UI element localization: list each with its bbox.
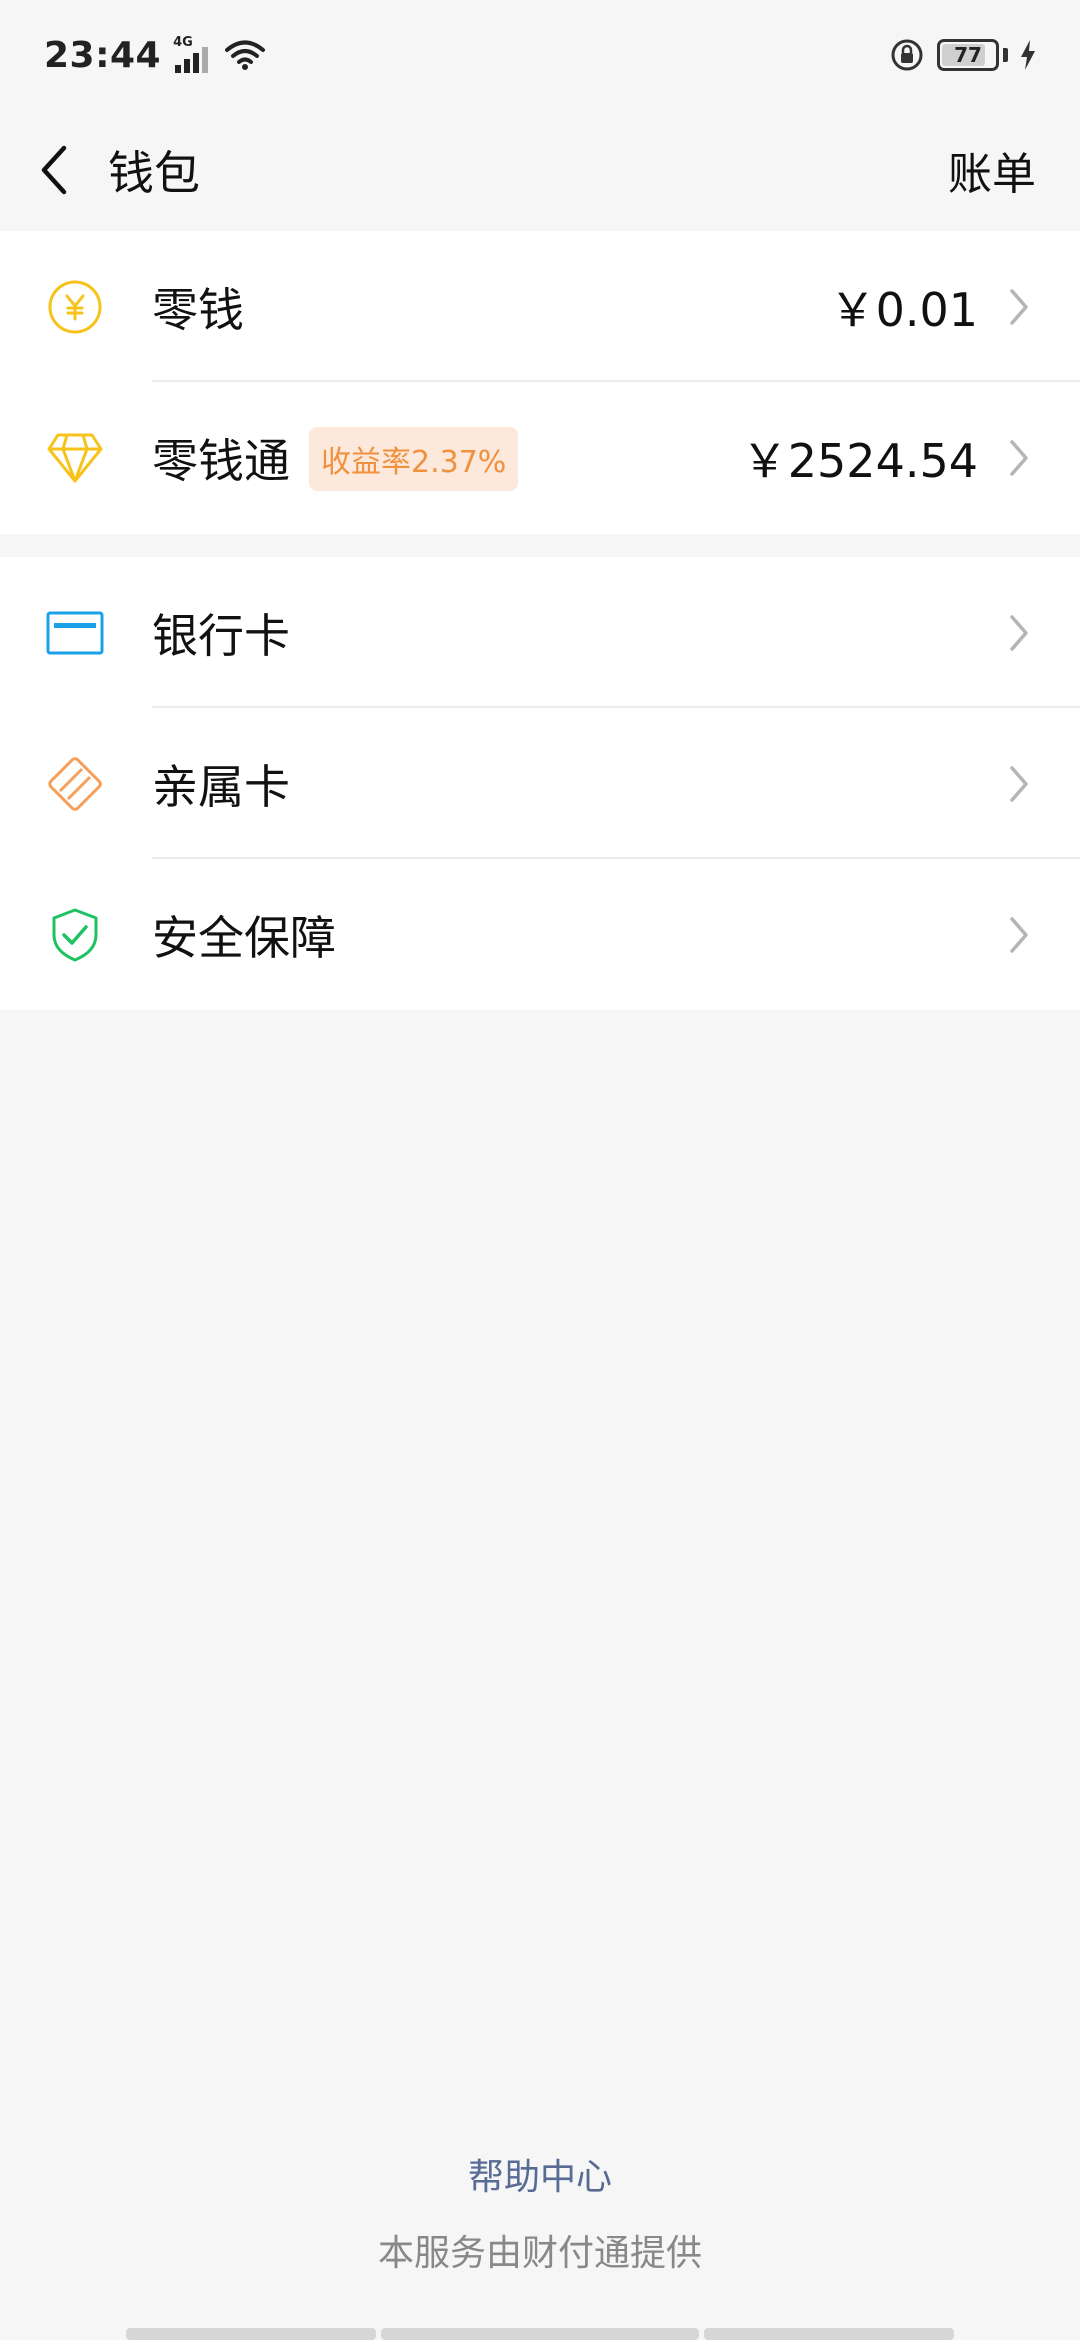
chevron-right-icon (1010, 766, 1028, 802)
item-value: ￥0.01 (829, 282, 978, 337)
list-item-bank-card[interactable]: 银行卡 (0, 557, 1080, 708)
nav-bar-segment-middle (381, 2328, 699, 2340)
balance-group: 零钱 ￥0.01 零钱通 收益率2.37% ￥2524.54 (0, 231, 1080, 534)
help-center-link[interactable]: 帮助中心 (0, 2148, 1080, 2200)
rotation-lock-icon (891, 39, 923, 71)
cards-group: 银行卡 亲属卡 安全保障 (0, 557, 1080, 1010)
back-button[interactable] (4, 110, 104, 230)
family-card-icon (45, 708, 105, 859)
page-title: 钱包 (108, 146, 200, 200)
list-item-lingqiantong[interactable]: 零钱通 收益率2.37% ￥2524.54 (0, 382, 1080, 533)
item-label: 零钱 (152, 282, 244, 337)
item-label: 银行卡 (152, 608, 290, 663)
nav-bar-segment-right (704, 2328, 954, 2340)
yuan-coin-icon (45, 231, 105, 382)
status-bar: 23:44 4G 77 (0, 0, 1080, 110)
wallet-page: 23:44 4G 77 钱包 账单 零钱 ￥0.01 零钱通 收益率2.37% … (0, 0, 1080, 2340)
item-label: 零钱通 (152, 433, 290, 488)
battery-cap (1003, 48, 1008, 62)
charging-icon (1021, 40, 1035, 70)
shield-check-icon (45, 859, 105, 1010)
chevron-right-icon (1010, 917, 1028, 953)
item-value: ￥2524.54 (741, 433, 978, 488)
chevron-right-icon (1010, 615, 1028, 651)
signal-icon: 4G (173, 35, 213, 75)
back-arrow-icon (41, 145, 67, 195)
status-right: 77 (889, 37, 1036, 73)
nav-bar-segment-left (126, 2328, 376, 2340)
item-label: 亲属卡 (152, 759, 290, 814)
diamond-icon (45, 382, 105, 533)
item-label: 安全保障 (152, 910, 336, 965)
battery-icon: 77 (937, 39, 999, 71)
battery-level: 77 (954, 43, 982, 67)
list-item-security[interactable]: 安全保障 (0, 859, 1080, 1010)
yield-badge: 收益率2.37% (309, 427, 519, 491)
chevron-right-icon (1010, 289, 1028, 325)
status-left: 23:44 4G (44, 34, 266, 76)
list-item-family-card[interactable]: 亲属卡 (0, 708, 1080, 859)
status-time: 23:44 (44, 34, 162, 76)
list-item-change[interactable]: 零钱 ￥0.01 (0, 231, 1080, 382)
provider-text: 本服务由财付通提供 (377, 2233, 702, 2274)
bank-card-icon (45, 557, 105, 708)
bill-button[interactable]: 账单 (948, 110, 1036, 230)
nav-bar: 钱包 账单 (0, 110, 1080, 230)
chevron-right-icon (1010, 440, 1028, 476)
wifi-icon (225, 40, 266, 70)
